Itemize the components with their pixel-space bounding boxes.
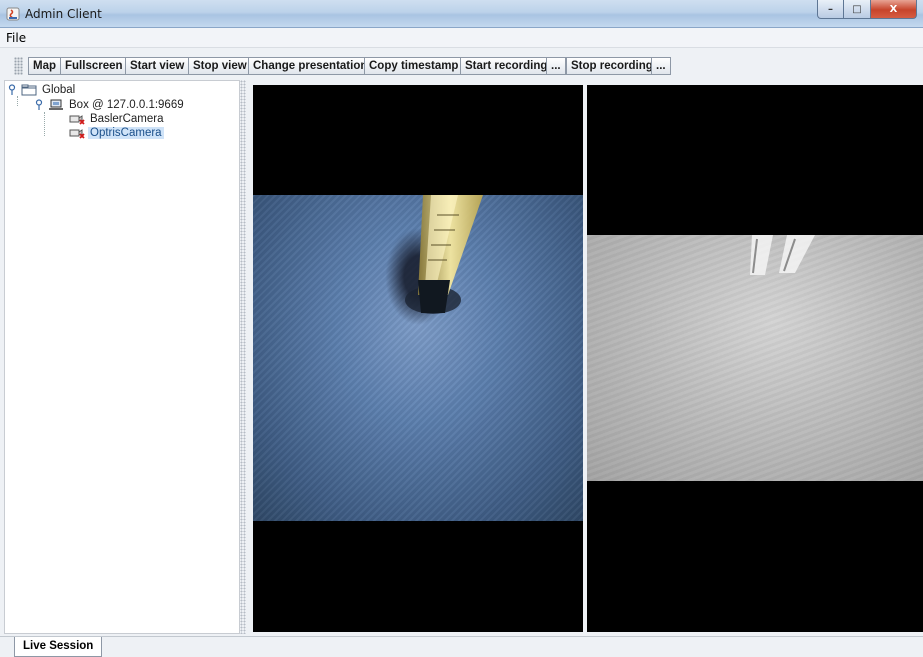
window-title: Admin Client <box>25 7 102 21</box>
tab-live-session[interactable]: Live Session <box>14 637 103 657</box>
video-view-basler[interactable] <box>253 85 583 632</box>
menu-file[interactable]: File <box>6 31 26 45</box>
tree-connector <box>44 112 45 136</box>
tree-label-camera: BaslerCamera <box>90 112 164 125</box>
maximize-button[interactable]: □ <box>844 0 871 19</box>
device-tree[interactable]: Global Box @ 127.0.0.1:9669 BaslerCamera… <box>4 80 240 634</box>
camera-feed-image <box>405 195 483 314</box>
menu-bar: File <box>0 28 923 48</box>
stop-recording-button[interactable]: Stop recording <box>566 57 658 75</box>
camera-feed-color <box>253 195 583 521</box>
copy-timestamp-button[interactable]: Copy timestamp <box>364 57 464 75</box>
tree-label-box: Box @ 127.0.0.1:9669 <box>69 98 184 111</box>
tree-node-camera-selected[interactable]: OptrisCamera <box>69 125 164 140</box>
tree-label-camera: OptrisCamera <box>88 126 164 139</box>
fullscreen-button[interactable]: Fullscreen <box>60 57 128 75</box>
folder-icon <box>21 84 37 95</box>
change-presentation-button[interactable]: Change presentation <box>248 57 373 75</box>
video-view-optris[interactable] <box>587 85 923 632</box>
title-bar: Admin Client – □ X <box>0 0 923 28</box>
camera-disconnected-icon <box>69 114 85 125</box>
camera-feed-image <box>750 235 815 275</box>
start-recording-options-button[interactable]: ... <box>546 57 566 75</box>
close-button[interactable]: X <box>871 0 917 19</box>
tree-connector <box>17 96 18 106</box>
minimize-button[interactable]: – <box>817 0 844 19</box>
toolbar: Map Fullscreen Start view Stop view Chan… <box>0 54 923 78</box>
expand-handle-icon[interactable] <box>8 83 18 96</box>
stop-view-button[interactable]: Stop view <box>188 57 252 75</box>
session-tab-bar: Live Session <box>0 636 923 657</box>
computer-icon <box>49 99 63 110</box>
toolbar-grip[interactable] <box>14 57 23 75</box>
stop-recording-options-button[interactable]: ... <box>651 57 671 75</box>
camera-feed-grayscale <box>587 235 923 481</box>
tree-node-camera[interactable]: BaslerCamera <box>69 111 166 126</box>
camera-disconnected-icon <box>69 128 85 139</box>
map-button[interactable]: Map <box>28 57 61 75</box>
java-app-icon <box>6 7 20 21</box>
start-view-button[interactable]: Start view <box>125 57 190 75</box>
start-recording-button[interactable]: Start recording <box>460 57 553 75</box>
tree-node-box[interactable]: Box @ 127.0.0.1:9669 <box>35 97 186 112</box>
video-area <box>246 80 923 634</box>
tree-node-global[interactable]: Global <box>8 82 77 97</box>
tree-label-global: Global <box>42 83 76 96</box>
expand-handle-icon[interactable] <box>35 98 45 111</box>
